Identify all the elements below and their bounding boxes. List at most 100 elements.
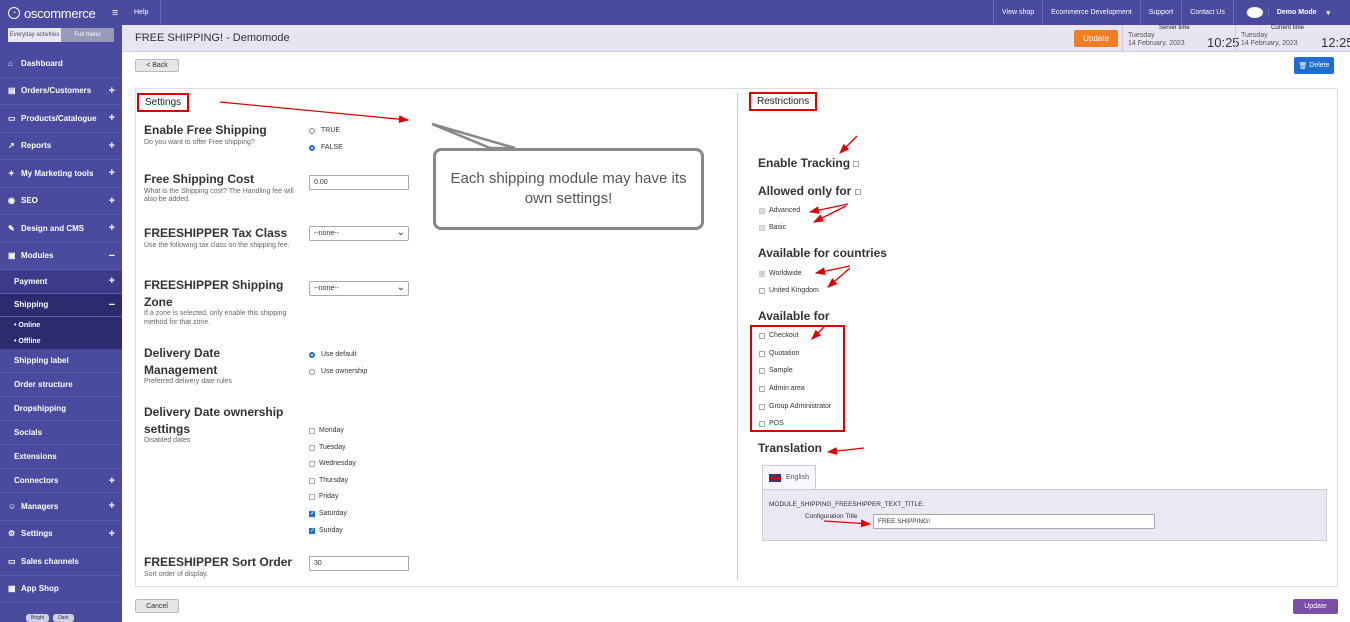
field-help: Sort order of display. [144, 570, 209, 578]
top-links: View shop Ecommerce Development Support … [993, 0, 1350, 25]
field-title: FREESHIPPER Shipping Zone [144, 278, 284, 309]
server-date: Tuesday 14 February, 2023 [1128, 32, 1185, 48]
use-default-radio[interactable]: Use default [309, 351, 356, 358]
expand-icon[interactable]: + [109, 140, 115, 152]
tab-english[interactable]: English [762, 465, 816, 489]
full-menu-tab[interactable]: Full menu [61, 28, 114, 42]
sidebar-item-label: SEO [21, 196, 38, 206]
module-form: Settings Enable Free Shipping Do you want… [135, 88, 1338, 587]
expand-icon[interactable]: + [109, 85, 115, 97]
select-value: --none-- [314, 230, 339, 237]
sidebar-item-managers[interactable]: ☺ Managers + [0, 493, 122, 521]
group-administrator-checkbox[interactable]: Group Administrator [759, 403, 831, 410]
enable-true-radio[interactable]: TRUE [309, 127, 340, 134]
globe-icon: ◉ [8, 196, 15, 206]
gear-icon: ⚙ [8, 529, 16, 539]
sidebar-item-modules[interactable]: ▣ Modules − [0, 243, 122, 270]
current-time: Current time Tuesday 14 February, 2023 12… [1235, 25, 1350, 52]
sidebar-item-seo[interactable]: ◉ SEO + [0, 188, 122, 215]
ecommerce-development-link[interactable]: Ecommerce Development [1042, 0, 1140, 25]
pos-checkbox[interactable]: POS [759, 420, 784, 427]
allowed-only-for-checkbox[interactable]: Allowed only for [758, 184, 861, 198]
restrictions-header: Restrictions [749, 92, 818, 111]
translation-heading: Translation [758, 441, 823, 455]
theme-dark-button[interactable]: Dark [53, 614, 74, 622]
enable-tracking-checkbox[interactable]: Enable Tracking [758, 156, 860, 170]
sidebar-item-marketing[interactable]: ✦ My Marketing tools + [0, 160, 122, 188]
expand-icon[interactable]: + [109, 195, 115, 207]
saturday-checkbox[interactable]: ✓ Saturday [309, 510, 347, 517]
quotation-checkbox[interactable]: Quotation [759, 350, 799, 357]
shipping-zone-select[interactable]: --none-- ⌄ [309, 281, 409, 296]
radio-selected-icon [309, 144, 315, 151]
sunday-checkbox[interactable]: ✓ Sunday [309, 527, 343, 534]
sidebar-item-order-structure[interactable]: Order structure [0, 373, 122, 397]
delete-button[interactable]: 🗑 Delete [1294, 57, 1334, 74]
worldwide-checkbox[interactable]: ✓ Worldwide [759, 270, 802, 277]
sidebar-item-online[interactable]: • Online [0, 317, 122, 333]
brand-logo[interactable]: ◔ oscommerce ≡ [0, 0, 122, 26]
sidebar-item-reports[interactable]: ↗ Reports + [0, 133, 122, 160]
expand-icon[interactable]: + [109, 275, 115, 287]
sidebar-item-sales-channels[interactable]: ▭ Sales channels [0, 548, 122, 576]
sidebar-item-orders[interactable]: ▤ Orders/Customers + [0, 78, 122, 105]
basic-checkbox[interactable]: Basic [759, 224, 786, 231]
sidebar-item-label: My Marketing tools [21, 168, 94, 178]
expand-icon[interactable]: + [109, 500, 115, 512]
sidebar-item-shipping[interactable]: Shipping − [0, 293, 122, 317]
view-shop-link[interactable]: View shop [993, 0, 1042, 25]
sort-order-input[interactable]: 30 [309, 556, 409, 571]
sample-checkbox[interactable]: Sample [759, 367, 793, 374]
collapse-icon[interactable]: − [109, 299, 115, 311]
wednesday-checkbox[interactable]: Wednesday [309, 460, 356, 467]
advanced-checkbox[interactable]: Advanced [759, 207, 800, 214]
support-link[interactable]: Support [1139, 0, 1182, 25]
friday-checkbox[interactable]: Friday [309, 493, 338, 500]
expand-icon[interactable]: + [109, 222, 115, 234]
user-icon: ☺ [8, 501, 17, 511]
monday-checkbox[interactable]: Monday [309, 427, 344, 434]
expand-icon[interactable]: + [109, 112, 115, 124]
sidebar-item-label: Design and CMS [21, 223, 85, 233]
shipping-zone-field: FREESHIPPER Shipping Zone If a zone is se… [144, 277, 294, 327]
sidebar-item-app-shop[interactable]: ▦ App Shop [0, 576, 122, 603]
config-title-input[interactable]: FREE SHIPPING! [873, 514, 1155, 529]
checkout-checkbox[interactable]: Checkout [759, 332, 799, 339]
sidebar-item-products[interactable]: ▭ Products/Catalogue + [0, 105, 122, 133]
sidebar-item-shipping-label[interactable]: Shipping label [0, 349, 122, 373]
checkbox-icon [759, 350, 765, 357]
sidebar-item-payment[interactable]: Payment + [0, 270, 122, 294]
sidebar-item-connectors[interactable]: Connectors + [0, 469, 122, 493]
sidebar-item-offline[interactable]: • Offline [0, 333, 122, 349]
sidebar-item-socials[interactable]: Socials [0, 421, 122, 445]
sidebar-item-settings[interactable]: ⚙ Settings + [0, 521, 122, 548]
tuesday-checkbox[interactable]: Tuesday [309, 444, 346, 451]
enable-false-radio[interactable]: FALSE [309, 144, 343, 151]
expand-icon[interactable]: + [109, 528, 115, 540]
checkbox-label: Admin area [769, 385, 805, 392]
sidebar-item-extensions[interactable]: Extensions [0, 445, 122, 469]
sidebar-item-dropshipping[interactable]: Dropshipping [0, 397, 122, 421]
update-button-top[interactable]: Update [1074, 30, 1118, 47]
update-button-bottom[interactable]: Update [1293, 599, 1338, 614]
collapse-icon[interactable]: − [109, 250, 115, 262]
sidebar-item-design[interactable]: ✎ Design and CMS + [0, 215, 122, 243]
sidebar-item-dashboard[interactable]: ⌂ Dashboard [0, 50, 122, 78]
thursday-checkbox[interactable]: Thursday [309, 477, 348, 484]
help-link[interactable]: Help [122, 0, 162, 25]
use-ownership-radio[interactable]: Use ownership [309, 368, 367, 375]
cancel-button[interactable]: Cancel [135, 599, 179, 613]
user-menu[interactable]: Demo Mode ▾ [1232, 0, 1350, 25]
theme-bright-button[interactable]: Bright [26, 614, 50, 622]
expand-icon[interactable]: + [109, 167, 115, 179]
contact-us-link[interactable]: Contact Us [1181, 0, 1233, 25]
menu-toggle-icon[interactable]: ≡ [112, 7, 118, 19]
tax-class-select[interactable]: --none-- ⌄ [309, 226, 409, 241]
admin-area-checkbox[interactable]: Admin area [759, 385, 805, 392]
back-button[interactable]: < Back [135, 59, 179, 72]
united-kingdom-checkbox[interactable]: United Kingdom [759, 287, 819, 294]
shipping-cost-input[interactable]: 0.00 [309, 175, 409, 190]
everyday-activities-tab[interactable]: Everyday activities [8, 28, 61, 42]
field-title: Enable Free Shipping [144, 123, 267, 137]
expand-icon[interactable]: + [109, 475, 115, 487]
